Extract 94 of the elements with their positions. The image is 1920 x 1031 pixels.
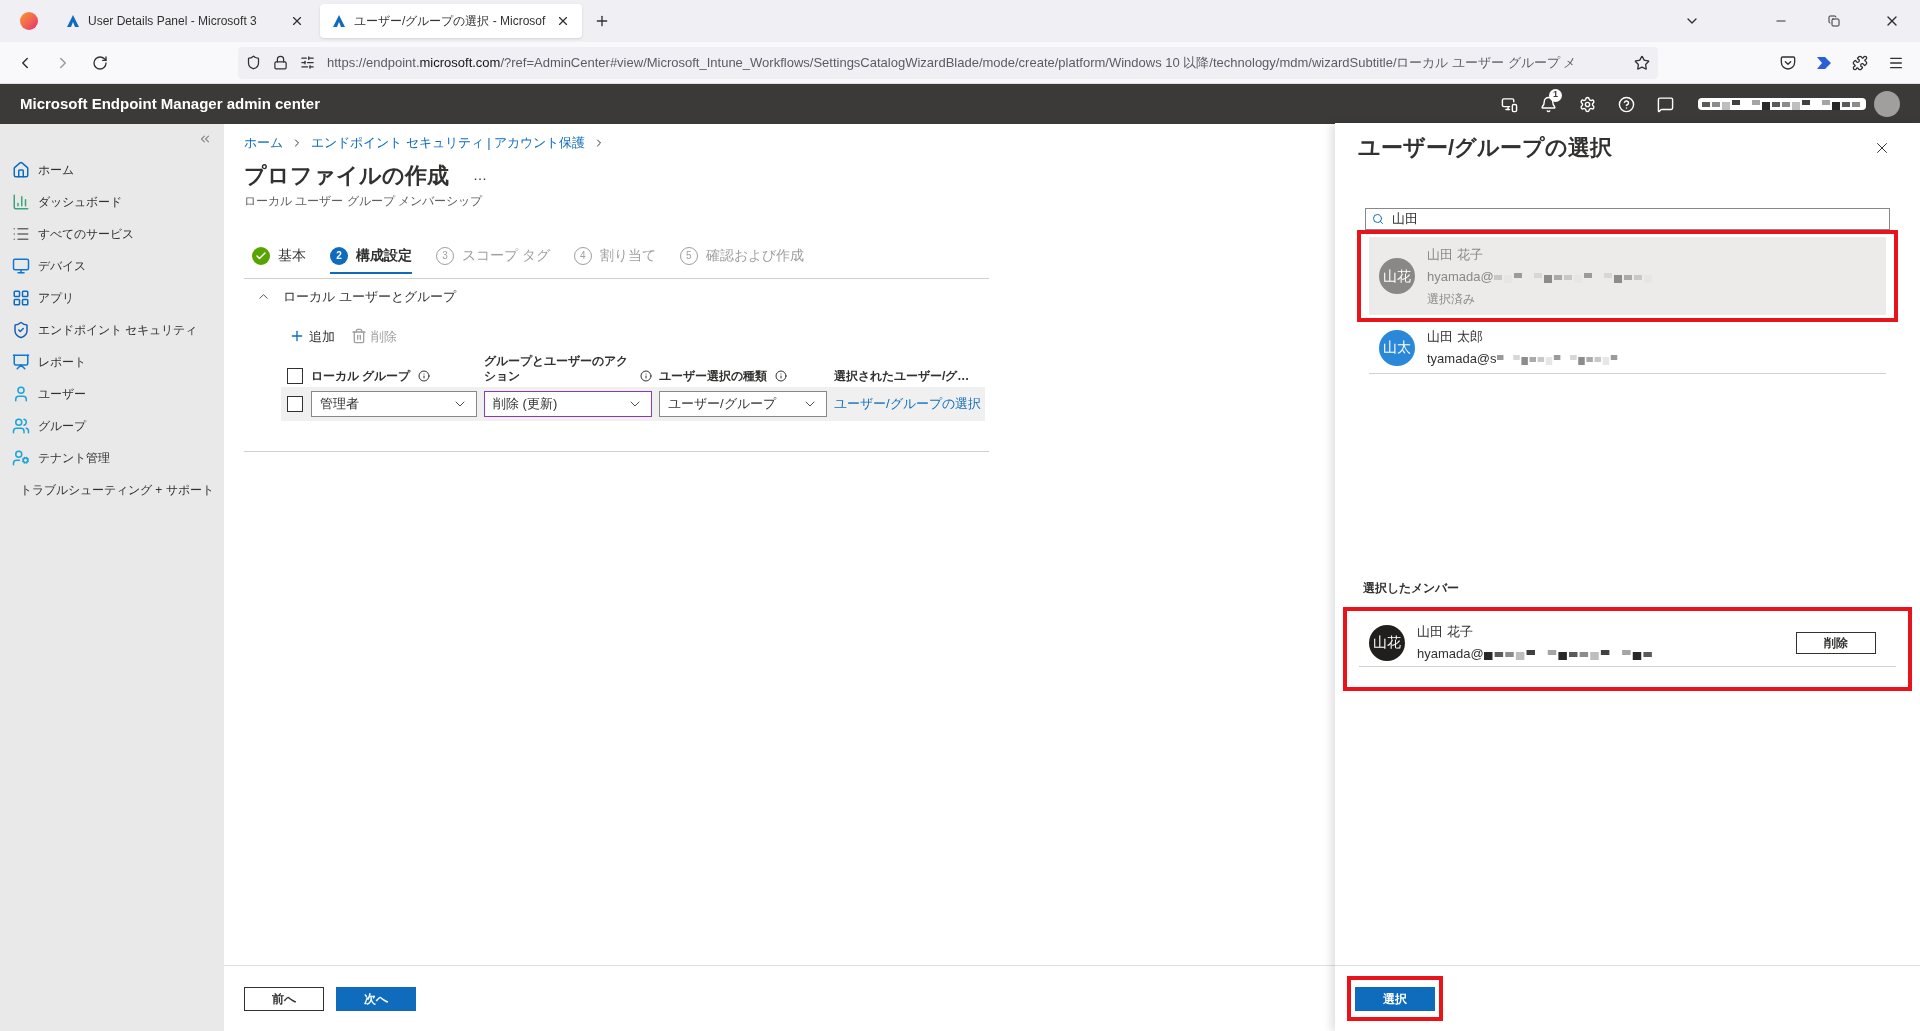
app-title: Microsoft Endpoint Manager admin center: [20, 93, 321, 114]
tab-title: User Details Panel - Microsoft 3: [88, 13, 258, 30]
nav-icon: [12, 385, 30, 403]
browser-tab[interactable]: ユーザー/グループの選択 - Microsof: [320, 4, 582, 38]
page-title: プロファイルの作成: [244, 161, 449, 190]
trash-icon: [351, 328, 367, 345]
reload-icon[interactable]: [92, 54, 108, 71]
nav-icon: [12, 449, 30, 467]
sidebar-item[interactable]: ダッシュボード: [0, 186, 224, 218]
more-button[interactable]: …: [473, 164, 487, 186]
pixelated-text-icon: [1493, 270, 1654, 283]
tab-title: ユーザー/グループの選択 - Microsof: [354, 13, 547, 30]
nav-icon: [12, 417, 30, 435]
user-email: tyamada@s: [1427, 350, 1497, 368]
account-avatar[interactable]: [1874, 91, 1900, 117]
extension-chevron-icon[interactable]: [1816, 55, 1832, 70]
pocket-icon[interactable]: [1780, 54, 1796, 71]
breadcrumb-link[interactable]: ホーム: [244, 133, 283, 153]
dropdown[interactable]: 削除 (更新): [484, 391, 652, 417]
tab-site-icon: [66, 14, 80, 28]
sidebar-item[interactable]: すべてのサービス: [0, 218, 224, 250]
column-header: グループとユーザーのアクション: [484, 354, 629, 384]
column-header: ユーザー選択の種類: [659, 369, 767, 384]
lock-icon: [273, 55, 288, 70]
dropdown[interactable]: ユーザー/グループ: [659, 391, 827, 417]
section-header[interactable]: ローカル ユーザーとグループ: [256, 286, 1311, 307]
step-number: 2: [330, 246, 348, 265]
permissions-icon: [300, 55, 315, 70]
sidebar-item[interactable]: ホーム: [0, 154, 224, 186]
nav-icon: [12, 225, 30, 243]
status-text: 選択済み: [1427, 290, 1476, 308]
sidebar-item[interactable]: レポート: [0, 346, 224, 378]
avatar: 山太: [1379, 329, 1415, 366]
breadcrumb-link[interactable]: エンドポイント セキュリティ | アカウント保護: [311, 133, 586, 153]
search-icon: [1372, 213, 1384, 225]
help-icon[interactable]: [1618, 95, 1635, 113]
search-field[interactable]: 山田: [1365, 208, 1890, 230]
bookmark-star-icon[interactable]: [1634, 54, 1650, 71]
user-email: hyamada@: [1427, 268, 1494, 286]
dropdown[interactable]: 管理者: [311, 391, 477, 417]
sidebar-item[interactable]: アプリ: [0, 282, 224, 314]
notification-count: 1: [1549, 88, 1562, 102]
select-users-link[interactable]: ユーザー/グループの選択: [834, 394, 1004, 414]
tab-site-icon: [332, 14, 346, 28]
avatar: 山花: [1369, 624, 1405, 661]
restore-icon[interactable]: [1828, 15, 1840, 27]
sidebar-item[interactable]: トラブルシューティング + サポート: [0, 474, 224, 506]
column-header: ローカル グループ: [311, 369, 411, 384]
user-email: hyamada@: [1417, 645, 1484, 663]
column-header: 選択されたユーザー/グ…: [834, 369, 970, 384]
wizard-step[interactable]: 2 構成設定: [330, 239, 412, 274]
sidebar-item[interactable]: デバイス: [0, 250, 224, 282]
url-text: https://endpoint.microsoft.com/?ref=AdminCenter#view/Microsoft_Intune_Workflows/SettingsCatalogWizardBlade/mode/create/platform/Windows 10 以降/technology/mdm/wizardSubtitle/ローカル ユーザー グループ メ: [327, 53, 1578, 72]
select-all-checkbox[interactable]: [287, 368, 303, 384]
shield-icon: [246, 55, 261, 70]
page-subtitle: ローカル ユーザー グループ メンバーシップ: [244, 192, 484, 210]
browser-tab[interactable]: User Details Panel - Microsoft 3: [54, 4, 316, 38]
sidebar-item[interactable]: エンドポイント セキュリティ: [0, 314, 224, 346]
nav-icon: [12, 161, 30, 179]
user-name: 山田 太郎: [1427, 327, 1484, 346]
search-result[interactable]: 山花 山田 花子 hyamada@ 選択済み: [1369, 237, 1886, 315]
user-name: 山田 花子: [1427, 245, 1484, 264]
nav-icon: [12, 353, 30, 371]
close-icon[interactable]: [556, 14, 570, 28]
user-name: 山田 花子: [1417, 622, 1474, 641]
remove-button[interactable]: 削除: [1796, 631, 1876, 654]
address-bar[interactable]: https://endpoint.microsoft.com/?ref=AdminCenter#view/Microsoft_Intune_Workflows/SettingsCatalogWizardBlade/mode/create/platform/Windows 10 以降/technology/mdm/wizardSubtitle/ローカル ユーザー グループ メ: [238, 46, 1658, 79]
nav-icon: [12, 257, 30, 275]
extensions-icon[interactable]: [1852, 54, 1868, 71]
search-result[interactable]: 山太 山田 太郎 tyamada@s: [1369, 322, 1886, 374]
next-button[interactable]: 次へ: [336, 986, 416, 1011]
previous-button[interactable]: 前へ: [244, 986, 324, 1011]
wizard-step[interactable]: 基本: [252, 239, 306, 274]
toolbar-button[interactable]: 追加: [289, 326, 335, 346]
select-button[interactable]: 選択: [1355, 987, 1435, 1011]
notifications-icon[interactable]: [1540, 95, 1557, 113]
close-icon[interactable]: [290, 14, 304, 28]
row-checkbox[interactable]: [287, 396, 303, 412]
browser-logo-icon[interactable]: [20, 12, 38, 30]
sidebar-item[interactable]: グループ: [0, 410, 224, 442]
nav-icon: [12, 289, 30, 307]
sidebar-item[interactable]: テナント管理: [0, 442, 224, 474]
feedback-icon[interactable]: [1657, 95, 1674, 113]
settings-icon[interactable]: [1579, 95, 1596, 113]
device-icon[interactable]: [1501, 95, 1518, 113]
nav-icon: [12, 193, 30, 211]
pixelated-text-icon: [1483, 647, 1654, 660]
sidebar-item[interactable]: ユーザー: [0, 378, 224, 410]
new-tab-icon[interactable]: [594, 13, 610, 29]
panel-title: ユーザー/グループの選択: [1358, 134, 1613, 162]
pixelated-text-icon: [1702, 98, 1862, 110]
nav-icon: [12, 321, 30, 339]
section-heading: 選択したメンバー: [1363, 580, 1460, 597]
avatar: 山花: [1379, 258, 1415, 294]
